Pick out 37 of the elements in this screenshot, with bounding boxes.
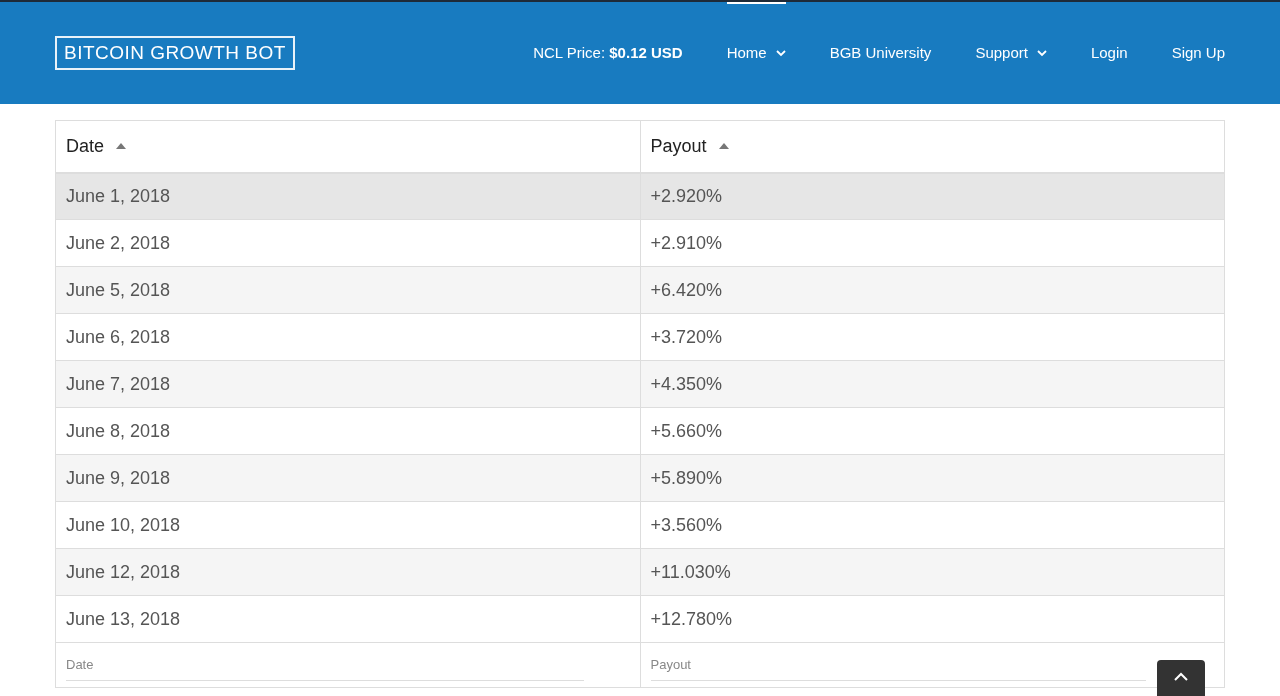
table-row[interactable]: June 9, 2018 +5.890%	[55, 454, 1225, 502]
chevron-down-icon	[1036, 49, 1047, 57]
table-cell: +2.910%	[640, 219, 1225, 267]
sort-ascending-icon	[116, 143, 127, 150]
nav-link[interactable]: BGB University	[829, 2, 932, 102]
filter-field[interactable]: Payout	[650, 648, 1146, 682]
table-cell: +11.030%	[640, 548, 1225, 596]
nav-link[interactable]: Sign Up	[1171, 2, 1225, 102]
table-cell: +5.890%	[640, 454, 1225, 502]
table-cell: +3.720%	[640, 313, 1225, 361]
table-row[interactable]: June 5, 2018 +6.420%	[55, 266, 1225, 314]
column-header[interactable]: Date	[55, 120, 640, 173]
table-cell: +5.660%	[640, 407, 1225, 455]
table-cell: June 13, 2018	[55, 595, 640, 643]
filter-field[interactable]: Date	[66, 648, 584, 682]
table-row[interactable]: June 7, 2018 +4.350%	[55, 360, 1225, 408]
table-cell: +12.780%	[640, 595, 1225, 643]
column-header[interactable]: Payout	[640, 120, 1225, 173]
table-row[interactable]: June 2, 2018 +2.910%	[55, 219, 1225, 267]
nav-link[interactable]: Login	[1090, 2, 1128, 102]
ncl-price: NCL Price: $0.12 USD	[533, 42, 683, 63]
table-row[interactable]: June 6, 2018 +3.720%	[55, 313, 1225, 361]
table-row[interactable]: June 13, 2018 +12.780%	[55, 595, 1225, 643]
site-logo[interactable]: BITCOIN GROWTH BOT	[55, 36, 295, 70]
scroll-to-top-button[interactable]	[1157, 660, 1205, 696]
chevron-up-icon	[1174, 672, 1188, 681]
table-row[interactable]: June 8, 2018 +5.660%	[55, 407, 1225, 455]
table-cell: +6.420%	[640, 266, 1225, 314]
table-cell: +4.350%	[640, 360, 1225, 408]
table-row[interactable]: June 12, 2018 +11.030%	[55, 548, 1225, 596]
sort-ascending-icon	[718, 143, 729, 150]
nav-link[interactable]: Home	[726, 2, 786, 102]
table-row[interactable]: June 10, 2018 +3.560%	[55, 501, 1225, 549]
table-cell: +3.560%	[640, 501, 1225, 549]
chevron-down-icon	[775, 49, 786, 57]
nav-link[interactable]: Support	[975, 2, 1047, 102]
table-row[interactable]: June 1, 2018 +2.920%	[55, 172, 1225, 220]
